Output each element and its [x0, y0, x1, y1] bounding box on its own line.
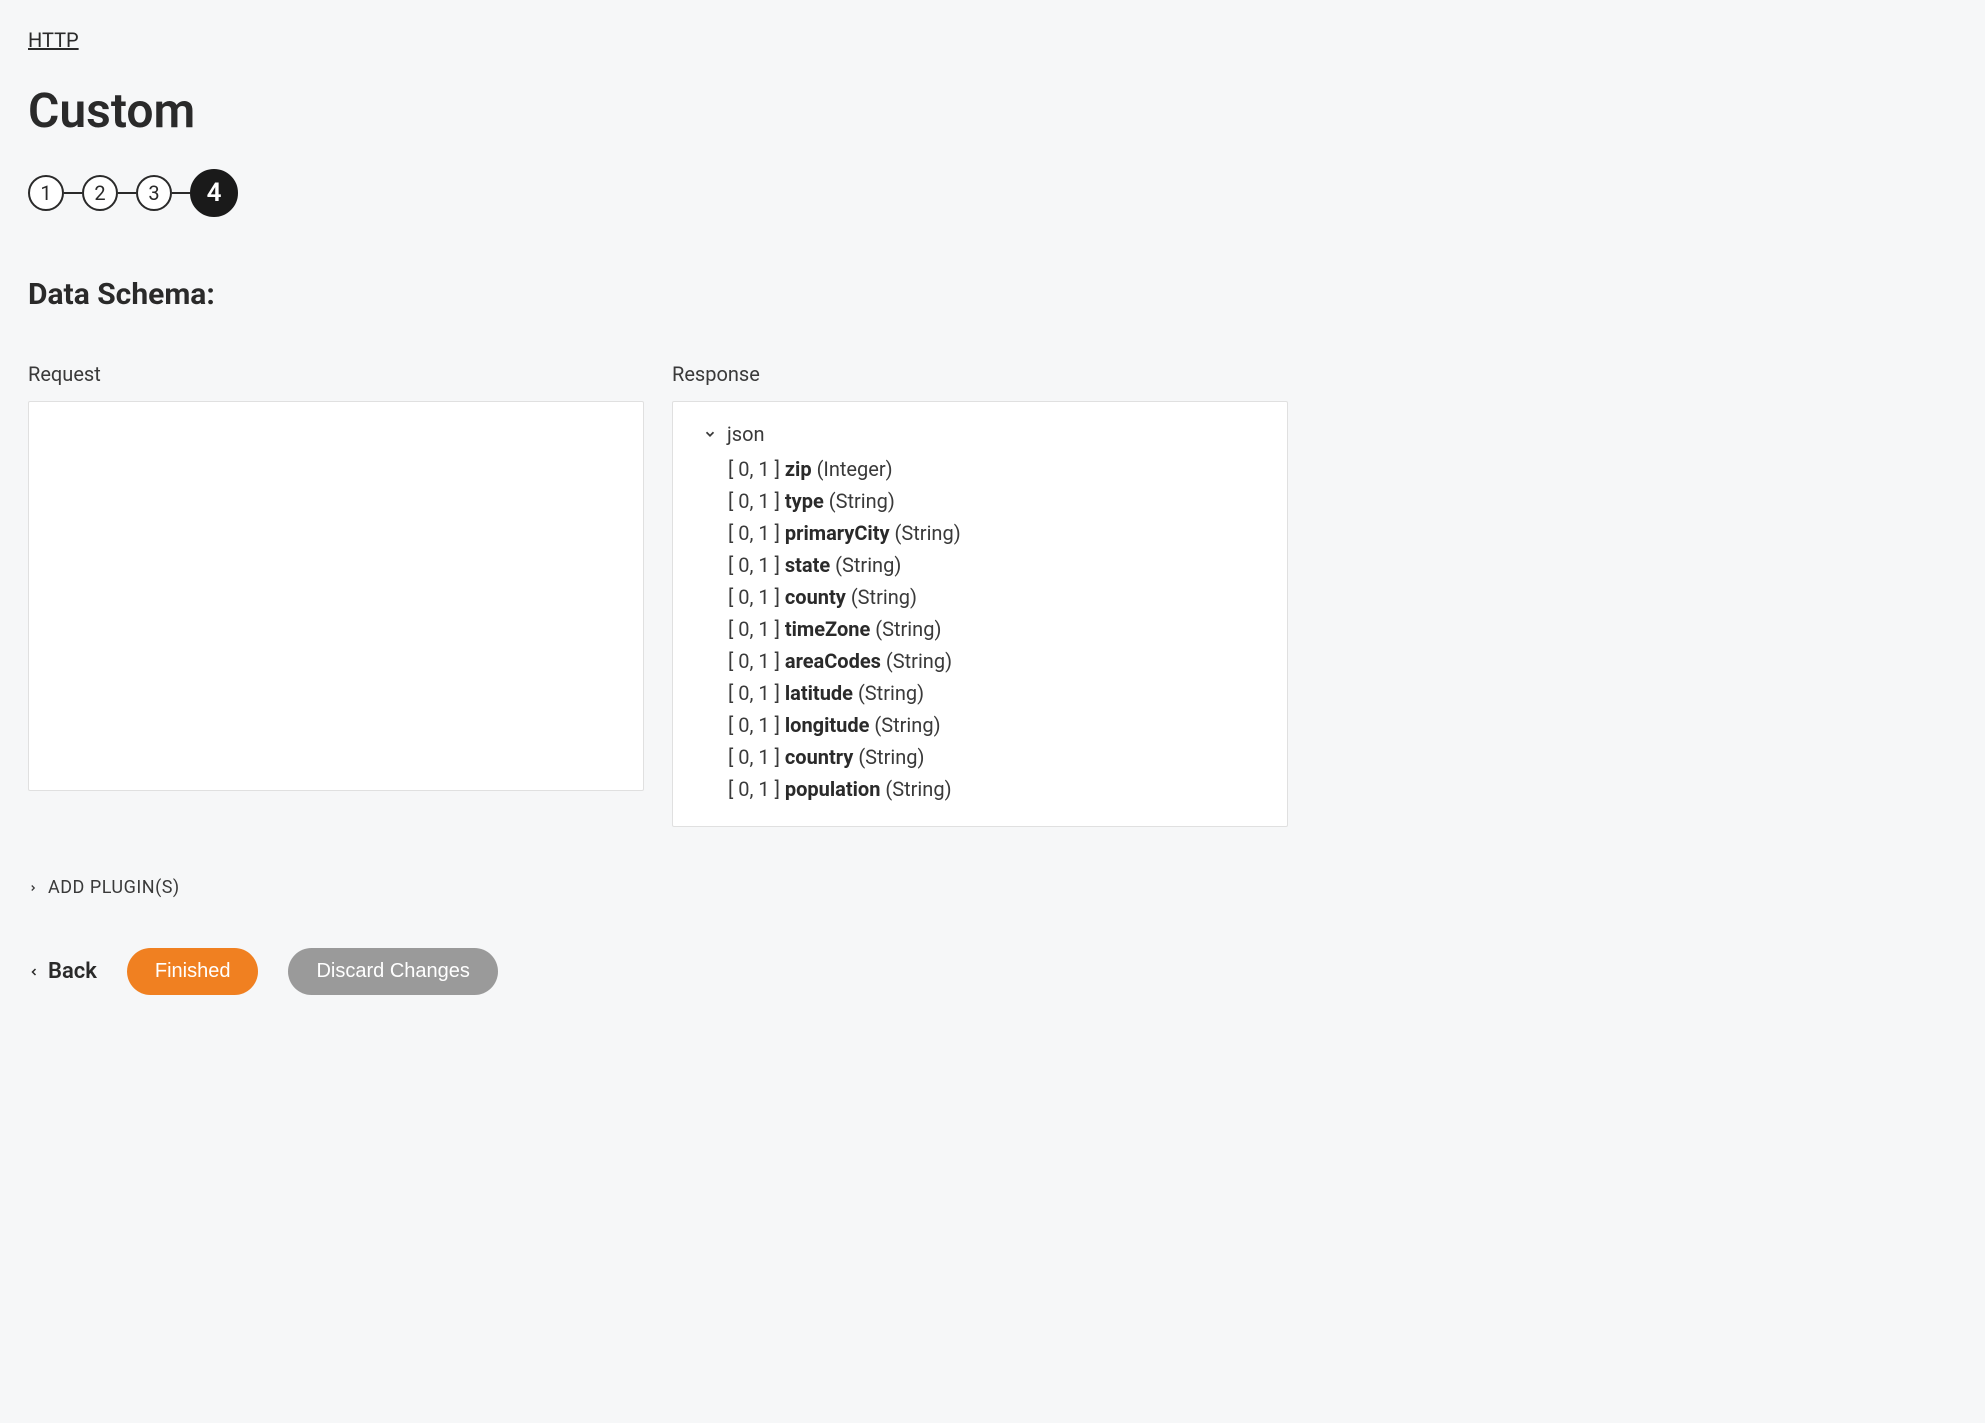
chevron-left-icon	[28, 966, 40, 978]
tree-children: [ 0, 1 ] zip (Integer)[ 0, 1 ] type (Str…	[703, 454, 1267, 804]
field-cardinality: [ 0, 1 ]	[728, 649, 780, 673]
footer-buttons: Back Finished Discard Changes	[28, 948, 1957, 995]
field-name: timeZone	[785, 617, 870, 641]
chevron-down-icon	[703, 427, 717, 441]
step-1[interactable]: 1	[28, 175, 64, 211]
request-panel: Request	[28, 362, 644, 827]
response-label: Response	[672, 362, 1288, 386]
field-cardinality: [ 0, 1 ]	[728, 713, 780, 737]
chevron-right-icon	[28, 883, 38, 893]
step-connector	[118, 192, 136, 194]
field-name: state	[785, 553, 830, 577]
field-name: county	[785, 585, 846, 609]
field-type: (String)	[858, 681, 924, 705]
add-plugins-button[interactable]: ADD PLUGIN(S)	[28, 877, 1957, 898]
step-3[interactable]: 3	[136, 175, 172, 211]
step-connector	[172, 192, 190, 194]
field-name: population	[785, 777, 881, 801]
field-type: (String)	[895, 521, 961, 545]
field-type: (Integer)	[817, 457, 893, 481]
stepper: 1 2 3 4	[28, 169, 1957, 217]
field-type: (String)	[874, 713, 940, 737]
field-type: (String)	[875, 617, 941, 641]
tree-item[interactable]: [ 0, 1 ] county (String)	[728, 582, 1267, 612]
tree-root-json[interactable]: json	[703, 422, 1267, 446]
field-type: (String)	[886, 649, 952, 673]
response-box: json [ 0, 1 ] zip (Integer)[ 0, 1 ] type…	[672, 401, 1288, 827]
field-type: (String)	[829, 489, 895, 513]
request-label: Request	[28, 362, 644, 386]
field-cardinality: [ 0, 1 ]	[728, 745, 780, 769]
field-name: longitude	[785, 713, 870, 737]
back-label: Back	[48, 959, 97, 984]
tree-item[interactable]: [ 0, 1 ] longitude (String)	[728, 710, 1267, 740]
tree-item[interactable]: [ 0, 1 ] timeZone (String)	[728, 614, 1267, 644]
field-name: country	[785, 745, 853, 769]
tree-item[interactable]: [ 0, 1 ] latitude (String)	[728, 678, 1267, 708]
tree-item[interactable]: [ 0, 1 ] population (String)	[728, 774, 1267, 804]
field-type: (String)	[858, 745, 924, 769]
field-name: latitude	[785, 681, 853, 705]
step-connector	[64, 192, 82, 194]
field-cardinality: [ 0, 1 ]	[728, 777, 780, 801]
breadcrumb-http[interactable]: HTTP	[28, 28, 79, 52]
field-type: (String)	[885, 777, 951, 801]
field-cardinality: [ 0, 1 ]	[728, 617, 780, 641]
step-2[interactable]: 2	[82, 175, 118, 211]
field-cardinality: [ 0, 1 ]	[728, 489, 780, 513]
field-cardinality: [ 0, 1 ]	[728, 553, 780, 577]
step-4[interactable]: 4	[190, 169, 238, 217]
field-name: type	[785, 489, 824, 513]
field-cardinality: [ 0, 1 ]	[728, 681, 780, 705]
field-cardinality: [ 0, 1 ]	[728, 457, 780, 481]
section-title-data-schema: Data Schema:	[28, 277, 1957, 312]
tree-item[interactable]: [ 0, 1 ] primaryCity (String)	[728, 518, 1267, 548]
field-name: primaryCity	[785, 521, 890, 545]
tree-item[interactable]: [ 0, 1 ] country (String)	[728, 742, 1267, 772]
page-title: Custom	[28, 82, 1957, 139]
field-cardinality: [ 0, 1 ]	[728, 521, 780, 545]
field-type: (String)	[835, 553, 901, 577]
finished-button[interactable]: Finished	[127, 948, 259, 995]
tree-root-label: json	[727, 422, 765, 446]
tree-item[interactable]: [ 0, 1 ] state (String)	[728, 550, 1267, 580]
response-panel: Response json [ 0, 1 ] zip (Integer)[ 0,…	[672, 362, 1288, 827]
tree-item[interactable]: [ 0, 1 ] type (String)	[728, 486, 1267, 516]
tree-item[interactable]: [ 0, 1 ] zip (Integer)	[728, 454, 1267, 484]
request-box[interactable]	[28, 401, 644, 791]
field-type: (String)	[851, 585, 917, 609]
field-cardinality: [ 0, 1 ]	[728, 585, 780, 609]
discard-button[interactable]: Discard Changes	[288, 948, 497, 995]
add-plugins-label: ADD PLUGIN(S)	[48, 877, 180, 898]
back-button[interactable]: Back	[28, 959, 97, 984]
tree-item[interactable]: [ 0, 1 ] areaCodes (String)	[728, 646, 1267, 676]
schema-panels: Request Response json [ 0, 1 ] zip (Inte…	[28, 362, 1957, 827]
field-name: areaCodes	[785, 649, 881, 673]
field-name: zip	[785, 457, 812, 481]
